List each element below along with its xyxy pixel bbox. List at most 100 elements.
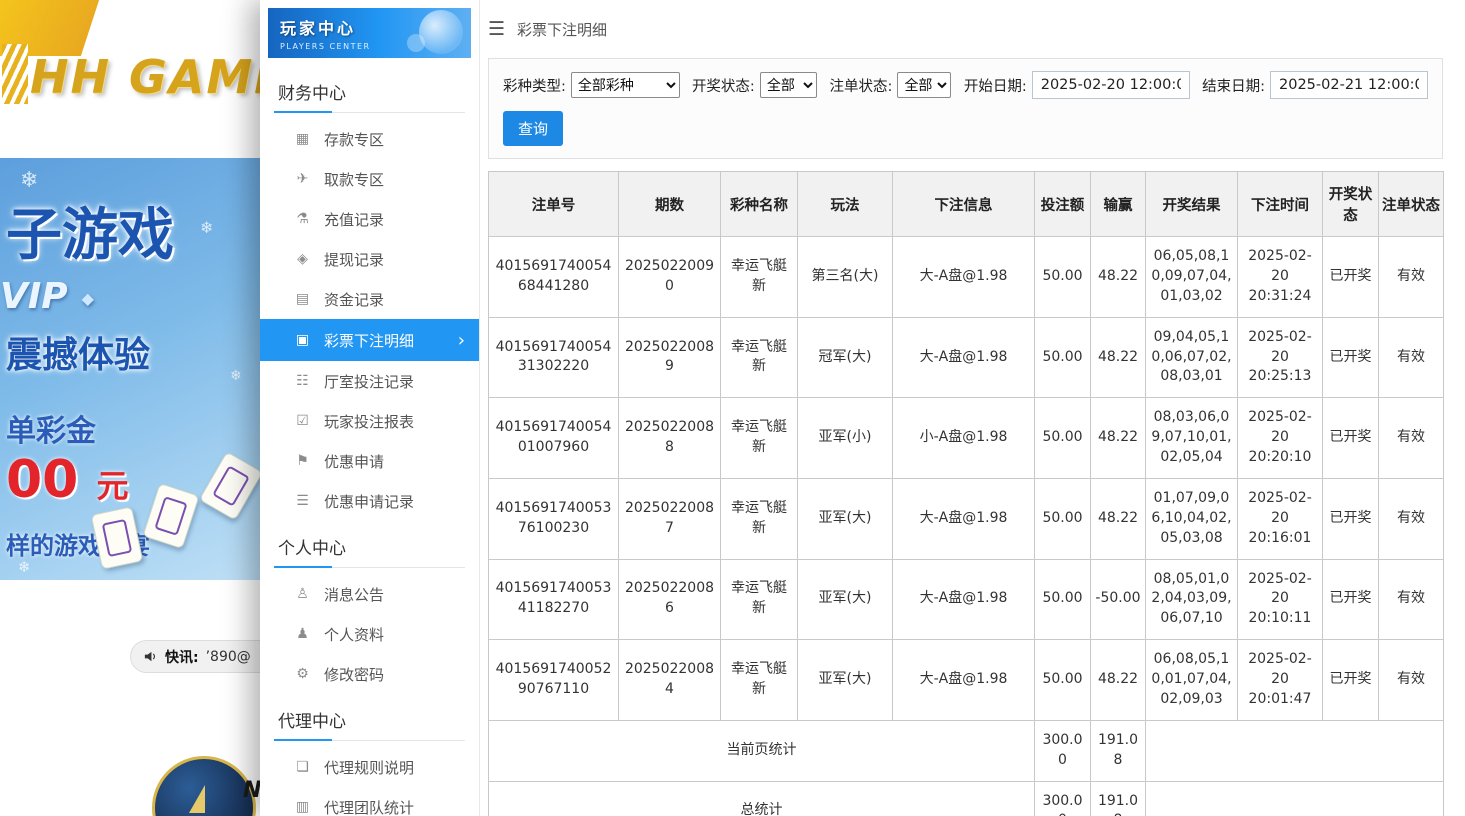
sidebar-item-withdrawal-record[interactable]: ◈提现记录 [260,239,479,279]
table-cell: 第三名(大) [798,237,893,318]
sidebar-item-label: 玩家投注报表 [324,411,414,432]
table-cell: 50.00 [1035,559,1091,640]
order-status-label: 注单状态: [830,75,893,96]
sidebar-item-agent-team-stats[interactable]: ▥代理团队统计 [260,787,479,816]
withdrawal-record-icon: ◈ [294,251,311,267]
page-summary-row: 当前页统计300.00191.08 [489,720,1444,781]
table-cell: 401569174005431302220 [489,317,619,398]
summary-bet-total: 300.00 [1035,781,1091,816]
promo-banner: ❄ ❄ ❄ ❄ 子游戏 VIP◆ 震撼体验 单彩金 00 元 样的游戏盛宴 [0,158,262,580]
sidebar-item-withdraw[interactable]: ✈取款专区 [260,159,479,199]
column-header: 输赢 [1091,172,1146,237]
table-cell: 50.00 [1035,237,1091,318]
player-bet-report-icon: ☑ [294,413,311,429]
table-cell: 48.22 [1091,478,1146,559]
sidebar-item-label: 优惠申请 [324,451,384,472]
ticker-label: 快讯: [165,647,199,667]
diamond-icon: ◆ [82,289,94,308]
bets-table: 注单号期数彩种名称玩法下注信息投注额输赢开奖结果下注时间开奖状态注单状态 401… [488,171,1444,816]
agent-team-stats-icon: ▥ [294,799,311,815]
table-cell: 大-A盘@1.98 [893,559,1035,640]
sidebar-item-hall-bet-record[interactable]: ☷厅室投注记录 [260,361,479,401]
table-row: 40156917400540100796020250220088幸运飞艇新亚军(… [489,398,1444,479]
summary-empty-cell [1146,720,1444,781]
mahjong-tile [199,451,262,520]
table-cell: 2025-02-20 20:10:11 [1238,559,1323,640]
speaker-icon [143,649,158,664]
table-cell: 大-A盘@1.98 [893,640,1035,721]
sidebar-item-agent-rules[interactable]: ❏代理规则说明 [260,747,479,787]
sidebar-item-promo-apply[interactable]: ⚑优惠申请 [260,441,479,481]
sidebar-item-label: 充值记录 [324,209,384,230]
funds-record-icon: ▤ [294,291,311,307]
sidebar-item-message[interactable]: ♙消息公告 [260,574,479,614]
table-cell: 50.00 [1035,398,1091,479]
banner-amount: 00 元 [6,450,129,510]
sidebar-item-recharge-record[interactable]: ⚗充值记录 [260,199,479,239]
table-row: 40156917400543130222020250220089幸运飞艇新冠军(… [489,317,1444,398]
table-cell: 冠军(大) [798,317,893,398]
content-header: ☰ 彩票下注明细 [488,0,1443,58]
table-cell: 亚军(小) [798,398,893,479]
table-cell: 20250220090 [619,237,721,318]
table-cell: 已开奖 [1323,398,1379,479]
table-cell: 20250220086 [619,559,721,640]
table-cell: 401569174005401007960 [489,398,619,479]
bottom-logo-circle [152,756,256,816]
sidebar-item-funds-record[interactable]: ▤ 资金记录 [260,279,479,319]
end-date-label: 结束日期: [1202,75,1265,96]
sidebar-section-title: 个人中心 [274,521,465,568]
sidebar-item-promo-apply-record[interactable]: ☰优惠申请记录 [260,481,479,521]
table-cell: 20250220089 [619,317,721,398]
table-cell: -50.00 [1091,559,1146,640]
search-button[interactable]: 查询 [503,111,563,146]
start-date-input[interactable] [1032,71,1190,99]
table-cell: 有效 [1379,398,1444,479]
sidebar-item-deposit[interactable]: ▦存款专区 [260,119,479,159]
menu-toggle-icon[interactable]: ☰ [488,18,505,40]
table-cell: 06,05,08,10,09,07,04,01,03,02 [1146,237,1238,318]
withdraw-icon: ✈ [294,171,311,187]
sidebar-item-password-gear[interactable]: ⚙修改密码 [260,654,479,694]
password-gear-icon: ⚙ [294,666,311,682]
table-cell: 幸运飞艇新 [721,398,798,479]
filter-row: 彩种类型: 全部彩种 开奖状态: 全部 注单状态: 全部 开始日期: 结束日期 [503,71,1428,99]
sidebar-item-label: 资金记录 [324,289,384,310]
player-center-panel: 玩家中心 PLAYERS CENTER 财务中心▦存款专区✈取款专区⚗充值记录◈… [260,0,1465,816]
table-cell: 48.22 [1091,317,1146,398]
sidebar-item-profile[interactable]: ♟个人资料 [260,614,479,654]
table-cell: 2025-02-20 20:31:24 [1238,237,1323,318]
sidebar-item-label: 厅室投注记录 [324,371,414,392]
sidebar-item-label: 存款专区 [324,129,384,150]
table-cell: 大-A盘@1.98 [893,478,1035,559]
table-cell: 20250220088 [619,398,721,479]
table-cell: 50.00 [1035,478,1091,559]
sidebar-nav: 财务中心▦存款专区✈取款专区⚗充值记录◈提现记录▤资金记录▣彩票下注明细›☷厅室… [260,66,479,816]
table-cell: 已开奖 [1323,317,1379,398]
table-cell: 08,03,06,09,07,10,01,02,05,04 [1146,398,1238,479]
table-cell: 01,07,09,06,10,04,02,05,03,08 [1146,478,1238,559]
message-icon: ♙ [294,586,311,602]
table-cell: 有效 [1379,237,1444,318]
column-header: 下注信息 [893,172,1035,237]
column-header: 开奖结果 [1146,172,1238,237]
end-date-input[interactable] [1270,71,1428,99]
table-cell: 20250220087 [619,478,721,559]
sidebar-item-player-bet-report[interactable]: ☑ 玩家投注报表 [260,401,479,441]
table-cell: 幸运飞艇新 [721,317,798,398]
sidebar-item-label: 代理规则说明 [324,757,414,778]
table-cell: 已开奖 [1323,237,1379,318]
table-cell: 大-A盘@1.98 [893,317,1035,398]
table-row: 40156917400529076711020250220084幸运飞艇新亚军(… [489,640,1444,721]
ball-decoration-icon [407,34,425,52]
ball-decoration-icon [419,10,463,54]
table-cell: 有效 [1379,559,1444,640]
lottery-type-select[interactable]: 全部彩种 [571,72,680,98]
sidebar-item-lottery-bet-detail[interactable]: ▣彩票下注明细› [260,319,479,361]
column-header: 注单号 [489,172,619,237]
table-cell: 2025-02-20 20:16:01 [1238,478,1323,559]
order-status-select[interactable]: 全部 [897,72,951,98]
column-header: 玩法 [798,172,893,237]
draw-status-select[interactable]: 全部 [760,72,817,98]
table-cell: 有效 [1379,640,1444,721]
